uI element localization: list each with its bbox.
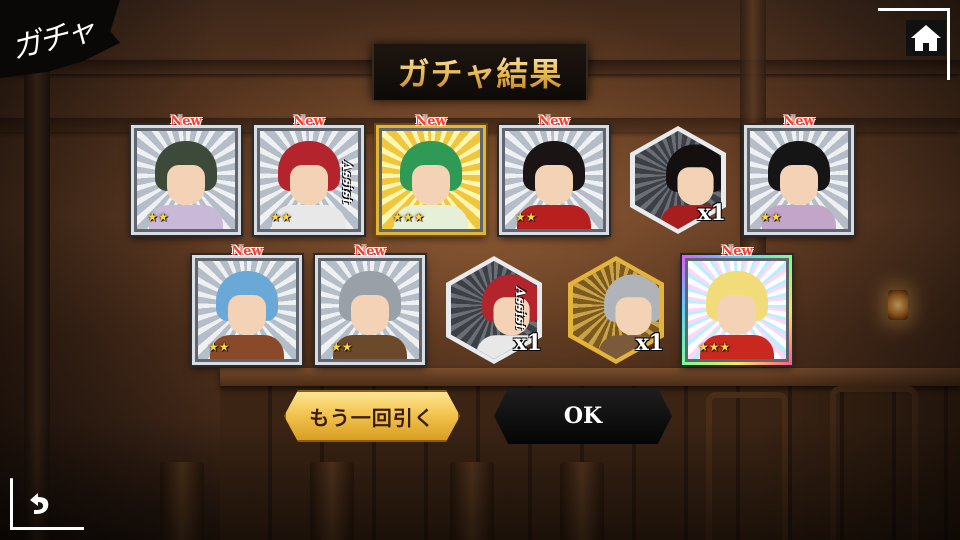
character-face xyxy=(780,165,818,205)
character-face xyxy=(351,295,389,335)
back-arrow-icon xyxy=(30,493,49,514)
rarity-stars: ★★ xyxy=(331,340,353,354)
results-title: ガチャ結果 xyxy=(398,49,563,95)
new-badge: New xyxy=(231,244,263,259)
ok-label: OK xyxy=(563,403,603,429)
new-badge: New xyxy=(354,244,386,259)
new-badge: New xyxy=(415,114,447,129)
character-face xyxy=(718,295,756,335)
character-card[interactable]: ★★★ New xyxy=(376,114,486,235)
duplicate-count: x1 xyxy=(635,330,664,356)
card-art: ★★ xyxy=(137,131,235,229)
card-art: ★★★ xyxy=(688,261,786,359)
results-title-plate: ガチャ結果 xyxy=(372,44,588,100)
duplicate-count: x1 xyxy=(697,200,726,226)
character-face xyxy=(290,165,328,205)
gacha-result-screen: ガチャ ガチャ結果 ★★ New Assist ★★ New ★★★ New ★★ New x1 ★… xyxy=(0,0,960,540)
vignette xyxy=(0,420,960,540)
rarity-stars: ★★★ xyxy=(392,210,425,224)
assist-label: Assist xyxy=(512,287,527,330)
character-card[interactable]: ★★ New xyxy=(499,114,609,235)
duplicate-hex-item[interactable]: x1 xyxy=(630,126,726,234)
card-art: ★★ xyxy=(750,131,848,229)
rarity-stars: ★★ xyxy=(515,210,537,224)
card-art: ★★ xyxy=(505,131,603,229)
card-art: ★★ xyxy=(321,261,419,359)
character-face xyxy=(228,295,266,335)
home-button[interactable] xyxy=(878,8,950,80)
character-card[interactable]: ★★ New xyxy=(131,114,241,235)
card-art: ★★ xyxy=(198,261,296,359)
home-icon xyxy=(906,20,946,56)
new-badge: New xyxy=(538,114,570,129)
character-face xyxy=(412,165,450,205)
screen-title: ガチャ xyxy=(7,12,98,67)
duplicate-hex-item[interactable]: Assist x1 xyxy=(446,256,542,364)
card-art: Assist ★★ xyxy=(260,131,358,229)
rarity-stars: ★★ xyxy=(208,340,230,354)
rarity-stars: ★★ xyxy=(270,210,292,224)
rarity-stars: ★★ xyxy=(147,210,169,224)
new-badge: New xyxy=(721,244,753,259)
new-badge: New xyxy=(170,114,202,129)
duplicate-hex-item[interactable]: x1 xyxy=(568,256,664,364)
new-badge: New xyxy=(783,114,815,129)
character-card[interactable]: ★★ New xyxy=(192,244,302,365)
draw-again-button[interactable]: もう一回引く xyxy=(284,390,460,442)
character-card[interactable]: ★★ New xyxy=(315,244,425,365)
rarity-stars: ★★ xyxy=(760,210,782,224)
assist-label: Assist xyxy=(339,161,354,204)
draw-again-label: もう一回引く xyxy=(309,405,435,430)
character-face xyxy=(535,165,573,205)
duplicate-count: x1 xyxy=(513,330,542,356)
back-button[interactable] xyxy=(10,456,84,530)
new-badge: New xyxy=(293,114,325,129)
character-card[interactable]: ★★ New xyxy=(744,114,854,235)
character-card[interactable]: ★★★ New xyxy=(682,244,792,365)
ok-button[interactable]: OK xyxy=(494,388,672,444)
rarity-stars: ★★★ xyxy=(698,340,731,354)
card-art: ★★★ xyxy=(382,131,480,229)
character-face xyxy=(167,165,205,205)
character-card[interactable]: Assist ★★ New xyxy=(254,114,364,235)
